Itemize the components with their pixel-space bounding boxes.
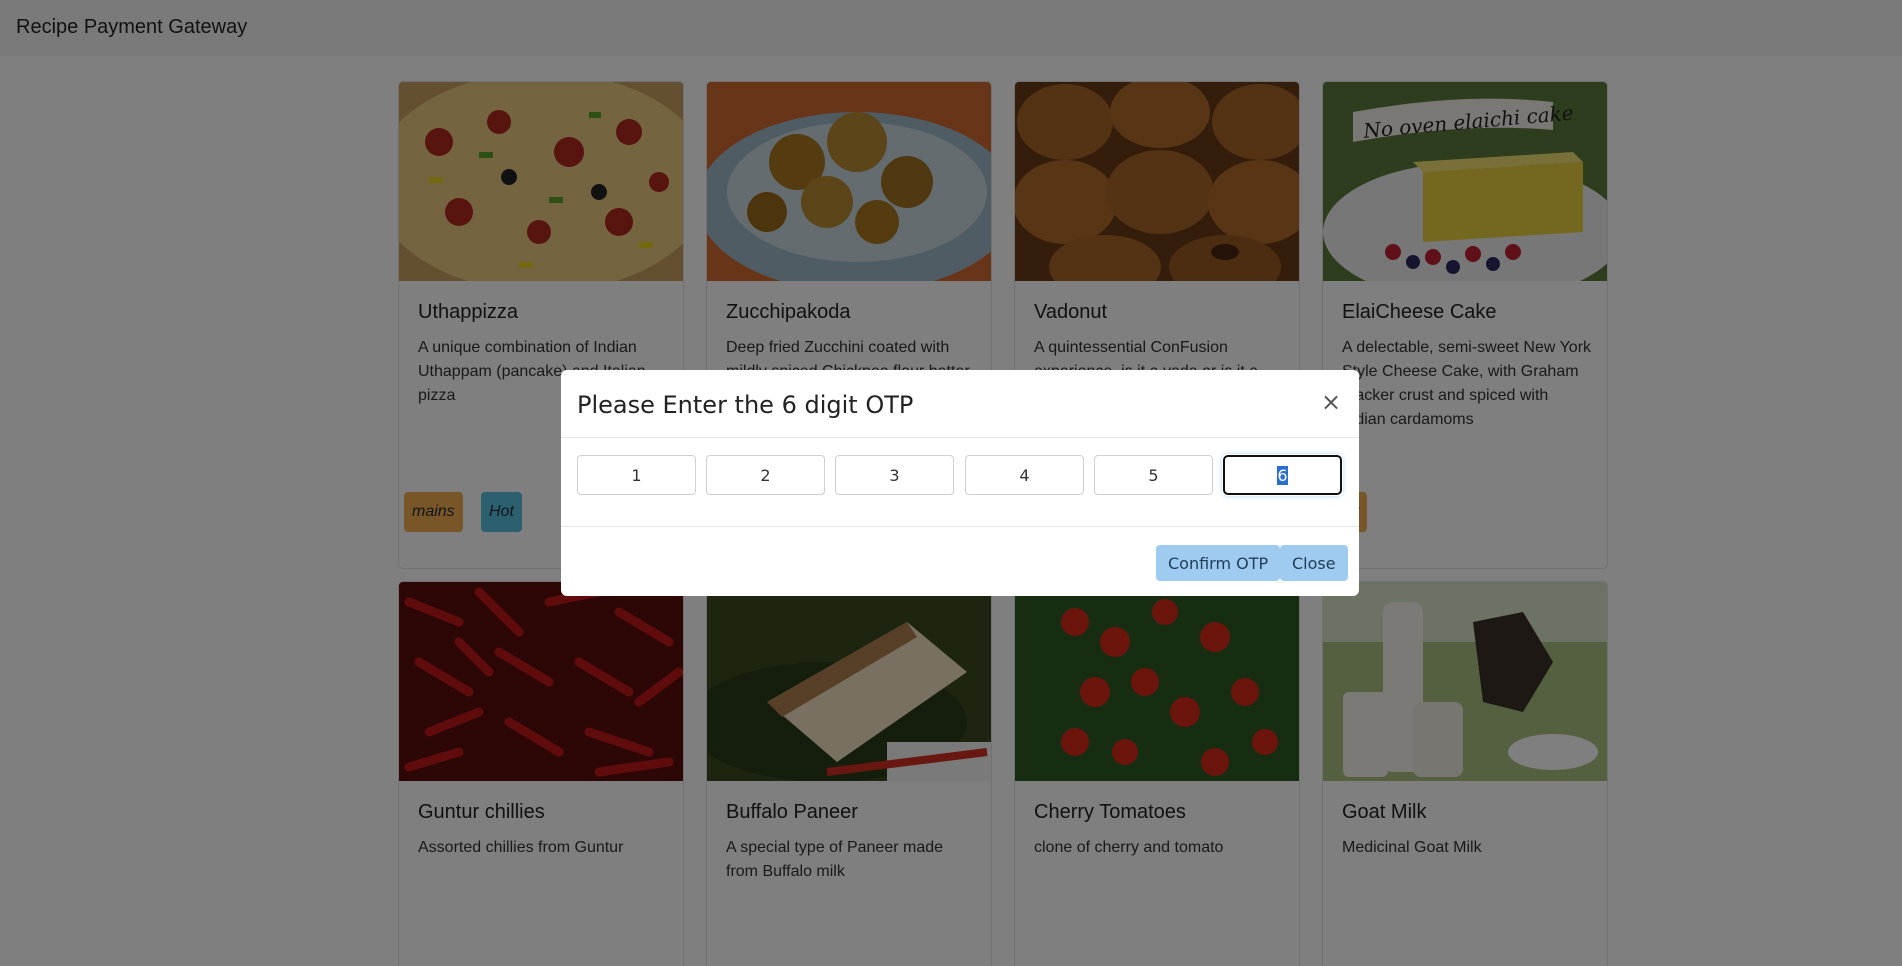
modal-header: Please Enter the 6 digit OTP × (561, 370, 1359, 438)
confirm-otp-button[interactable]: Confirm OTP (1156, 545, 1281, 581)
modal-title: Please Enter the 6 digit OTP (577, 391, 914, 419)
otp-digit-2[interactable] (706, 455, 825, 495)
otp-inputs (577, 454, 1343, 496)
close-icon[interactable]: × (1321, 388, 1341, 416)
otp-digit-5[interactable] (1094, 455, 1213, 495)
otp-digit-6[interactable] (1222, 454, 1343, 496)
otp-digit-4[interactable] (965, 455, 1084, 495)
modal-footer: Confirm OTP Close (561, 526, 1359, 596)
otp-digit-1[interactable] (577, 455, 696, 495)
otp-digit-3[interactable] (835, 455, 954, 495)
otp-modal: Please Enter the 6 digit OTP × Confirm O… (561, 370, 1359, 596)
close-button[interactable]: Close (1280, 545, 1348, 581)
